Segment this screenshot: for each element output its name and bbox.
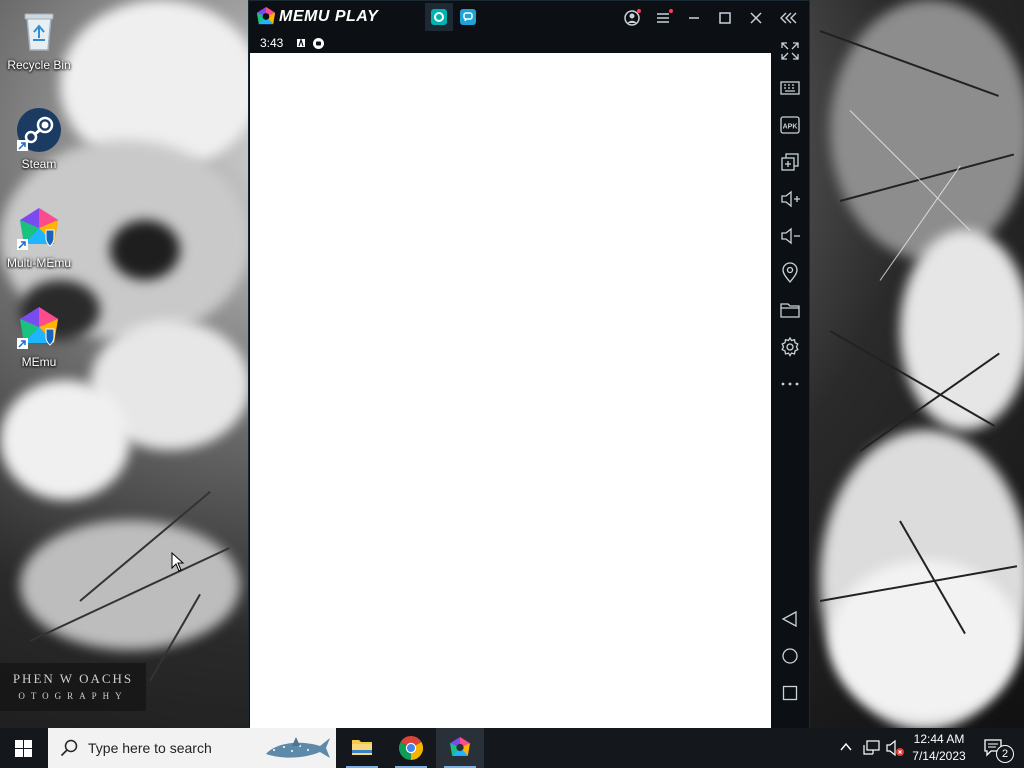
settings-icon (781, 336, 799, 357)
notification-memu-icon (313, 38, 324, 49)
windows-logo-icon (15, 740, 32, 757)
account-icon (624, 9, 641, 26)
more-button[interactable] (779, 373, 801, 395)
volume-muted-icon (886, 739, 904, 757)
android-home-button[interactable] (779, 645, 801, 667)
search-placeholder: Type here to search (88, 740, 212, 756)
minimize-button[interactable] (683, 7, 705, 29)
maximize-icon (719, 12, 731, 24)
desktop-icon-label: Multi-MEmu (6, 256, 71, 270)
settings-button[interactable] (779, 336, 801, 358)
network-icon (863, 740, 880, 755)
volume-up-icon (781, 190, 800, 208)
desktop-icon-label: Steam (21, 157, 57, 171)
svg-text:APK: APK (783, 124, 798, 131)
close-icon (750, 12, 762, 24)
mouse-cursor-icon (171, 552, 185, 572)
windows-taskbar: Type here to search 12:44 AM 7/14/2023 2 (0, 728, 1024, 768)
desktop-icon-steam[interactable]: Steam (4, 107, 74, 171)
volume-down-icon (781, 227, 800, 245)
folder-icon (352, 740, 372, 755)
multi-instance-tab[interactable] (454, 3, 482, 31)
desktop-icon-recycle-bin[interactable]: Recycle Bin (4, 8, 74, 72)
folder-icon (780, 303, 800, 318)
show-hidden-icons-button[interactable] (838, 728, 854, 768)
volume-up-button[interactable] (779, 188, 801, 210)
memu-sidebar: APK (771, 33, 809, 729)
home-icon (782, 648, 798, 664)
fullscreen-button[interactable] (779, 40, 801, 62)
watermark-line-1: PHEN W OACHS (12, 671, 134, 686)
memu-window: MEMU PLAY 3:43 APK (248, 0, 810, 729)
memu-logo-icon (255, 6, 277, 28)
apk-install-button[interactable]: APK (779, 114, 801, 136)
memu-icon (450, 737, 470, 756)
photographer-watermark: PHEN W OACHS OTOGRAPHY (0, 663, 146, 711)
recent-apps-icon (782, 685, 798, 701)
android-back-button[interactable] (779, 608, 801, 630)
multi-window-button[interactable] (779, 151, 801, 173)
notification-count-badge: 2 (996, 745, 1014, 763)
account-button[interactable] (621, 7, 643, 29)
android-home-tab[interactable] (425, 3, 453, 31)
shared-folder-button[interactable] (779, 299, 801, 321)
multi-memu-icon (16, 206, 62, 252)
back-icon (781, 610, 797, 628)
network-tray-button[interactable] (861, 728, 881, 768)
desktop-icon-memu[interactable]: MEmu (4, 305, 74, 369)
memu-icon (16, 305, 62, 351)
android-recents-button[interactable] (779, 682, 801, 704)
keyboard-mapping-button[interactable] (779, 77, 801, 99)
clock-time: 12:44 AM (913, 732, 965, 746)
close-button[interactable] (745, 7, 767, 29)
volume-tray-button[interactable] (884, 728, 904, 768)
minimize-icon (689, 17, 699, 19)
android-clock: 3:43 (260, 36, 284, 50)
maximize-button[interactable] (714, 7, 736, 29)
chevron-up-icon (840, 742, 852, 751)
clock-date: 7/14/2023 (912, 749, 966, 763)
android-home-icon (431, 9, 447, 25)
menu-icon (657, 9, 673, 23)
keyboard-mapping-icon (780, 81, 800, 95)
memu-app-title: MEMU PLAY (279, 8, 379, 25)
android-screen[interactable] (250, 53, 771, 729)
location-icon (782, 262, 798, 284)
desktop-icon-label: Recycle Bin (7, 58, 71, 72)
taskbar-file-explorer[interactable] (338, 728, 386, 768)
taskbar-clock[interactable]: 12:44 AM 7/14/2023 (906, 731, 972, 765)
action-center-button[interactable]: 2 (978, 728, 1018, 768)
desktop-icon-label: MEmu (21, 355, 57, 369)
taskbar-search-box[interactable]: Type here to search (48, 728, 336, 768)
android-status-bar: 3:43 (249, 33, 771, 53)
collapse-sidebar-icon (780, 12, 797, 24)
apk-install-icon: APK (780, 116, 800, 134)
start-button[interactable] (0, 728, 48, 768)
search-icon (60, 739, 78, 757)
fullscreen-icon (781, 42, 799, 60)
location-button[interactable] (779, 262, 801, 284)
desktop-icon-multi-memu[interactable]: Multi-MEmu (4, 206, 74, 270)
recycle-bin-icon (16, 8, 62, 54)
multi-window-icon (781, 153, 799, 171)
watermark-line-2: OTOGRAPHY (18, 691, 128, 701)
notification-a-icon (297, 39, 305, 47)
collapse-sidebar-button[interactable] (779, 7, 801, 29)
taskbar-chrome[interactable] (387, 728, 435, 768)
volume-down-button[interactable] (779, 225, 801, 247)
chrome-icon (399, 736, 423, 760)
taskbar-memu[interactable] (436, 728, 484, 768)
search-highlight-whale-shark-icon (266, 737, 330, 758)
more-icon (781, 382, 799, 386)
multi-instance-icon (460, 9, 476, 25)
memu-titlebar[interactable]: MEMU PLAY (249, 1, 809, 33)
steam-icon (16, 107, 62, 153)
menu-button[interactable] (652, 7, 674, 29)
